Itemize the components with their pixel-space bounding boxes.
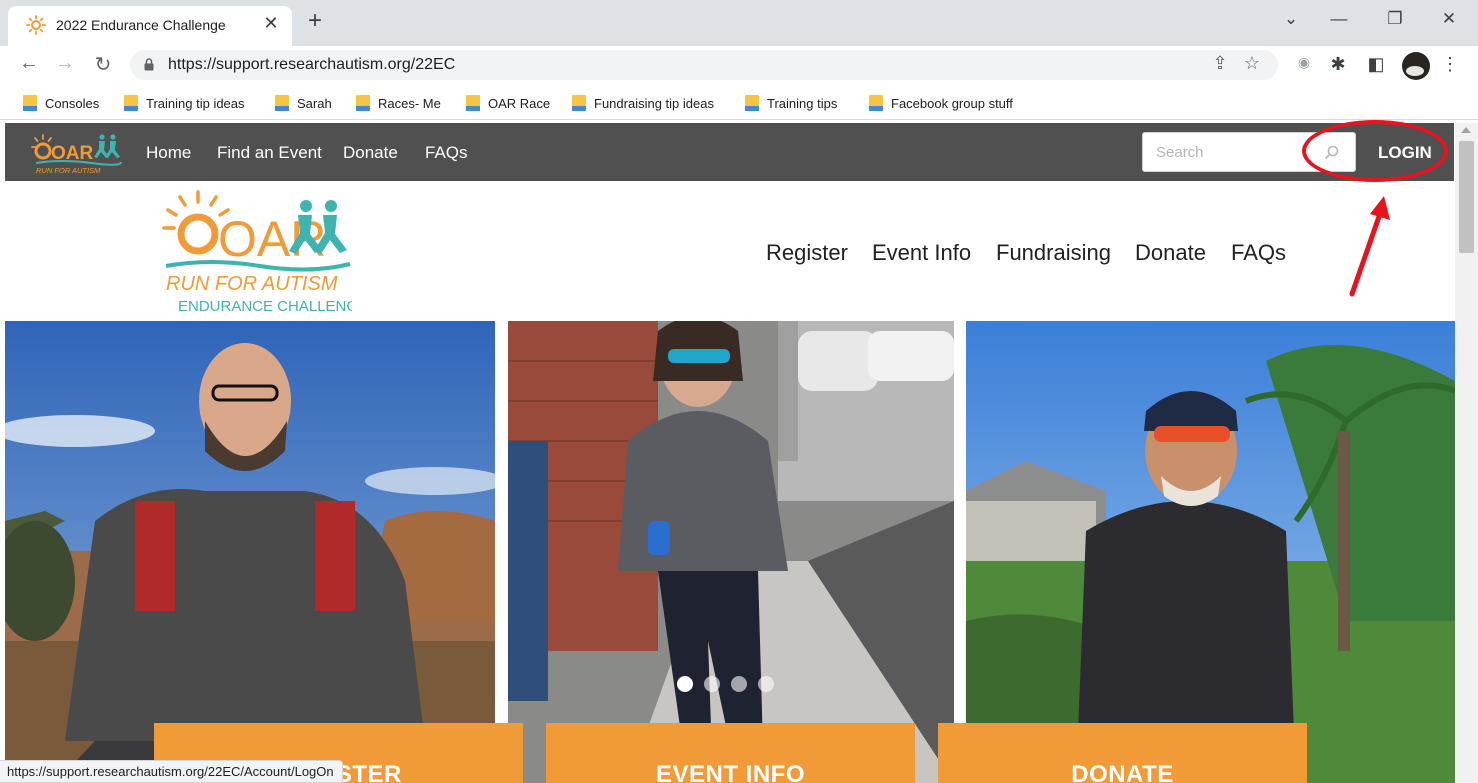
event-info-cta-button[interactable]: EVENT INFO <box>546 723 915 783</box>
bookmark-label: OAR Race <box>488 95 551 111</box>
donate-cta-button[interactable]: DONATE <box>938 723 1307 783</box>
back-icon[interactable]: ← <box>16 52 42 75</box>
browser-tab[interactable]: 2022 Endurance Challenge ✕ <box>8 6 292 46</box>
annotation-arrow-icon <box>1349 196 1390 297</box>
reload-icon[interactable]: ↻ <box>90 52 116 77</box>
bookmark-folder-icon <box>356 95 370 111</box>
cta-label: EVENT INFO <box>655 761 805 783</box>
main-logo-tagline: RUN FOR AUTISM <box>166 273 338 295</box>
browser-toolbar: ← → ↻ https://support.researchautism.org… <box>0 46 1478 86</box>
minimize-icon[interactable]: — <box>1325 9 1353 29</box>
carousel-dot-4[interactable] <box>758 676 774 692</box>
extensions-puzzle-icon[interactable]: ✱ <box>1326 54 1350 75</box>
bookmark-item[interactable]: Facebook group stuff <box>869 93 1013 113</box>
restore-icon[interactable]: ❐ <box>1381 9 1409 29</box>
bookmark-star-icon[interactable]: ☆ <box>1240 53 1264 74</box>
annotation-circle <box>1302 120 1448 182</box>
topnav-home[interactable]: Home <box>146 143 191 163</box>
carousel-photo-runner-2 <box>508 321 954 783</box>
bookmark-label: Training tip ideas <box>146 95 245 111</box>
tab-search-icon[interactable]: ⌄ <box>1277 9 1305 29</box>
bookmark-folder-icon <box>124 95 138 111</box>
profile-avatar[interactable] <box>1402 52 1430 80</box>
carousel-dot-1[interactable] <box>677 676 693 692</box>
bookmark-label: Sarah <box>297 95 332 111</box>
topnav-find-an-event[interactable]: Find an Event <box>217 143 322 163</box>
browser-window: 2022 Endurance Challenge ✕ + ⌄ — ❐ ✕ ← →… <box>0 0 1478 783</box>
carousel-photo-runner-1 <box>5 321 495 783</box>
mainnav-fundraising[interactable]: Fundraising <box>996 240 1111 266</box>
bookmark-label: Consoles <box>45 95 100 111</box>
menu-icon[interactable]: ⋮ <box>1440 54 1460 75</box>
address-bar[interactable]: https://support.researchautism.org/22EC … <box>130 50 1278 80</box>
share-icon[interactable]: ⇪ <box>1208 53 1232 74</box>
cta-label: DONATE <box>1071 761 1174 783</box>
bookmark-item[interactable]: Training tip ideas <box>124 93 245 113</box>
bookmark-label: Races- Me <box>378 95 441 111</box>
bookmark-item[interactable]: Training tips <box>745 93 837 113</box>
main-logo-subtitle: ENDURANCE CHALLENGE <box>178 298 352 315</box>
carousel-photo-runner-3 <box>966 321 1455 783</box>
bookmark-folder-icon <box>275 95 289 111</box>
bookmark-folder-icon <box>466 95 480 111</box>
oar-logo-small[interactable]: OAR RUN FOR AUTISM <box>31 129 123 175</box>
bookmark-folder-icon <box>23 95 37 111</box>
extension-shield-icon[interactable]: ◉ <box>1292 54 1316 71</box>
bookmark-item[interactable]: OAR Race <box>466 93 550 113</box>
scroll-thumb[interactable] <box>1459 141 1474 253</box>
mainnav-event-info[interactable]: Event Info <box>872 240 971 266</box>
mainnav-faqs[interactable]: FAQs <box>1231 240 1286 266</box>
bookmark-folder-icon <box>745 95 759 111</box>
lock-icon[interactable] <box>144 58 154 71</box>
new-tab-button[interactable]: + <box>302 9 328 33</box>
tab-title: 2022 Endurance Challenge <box>56 17 226 33</box>
bookmark-label: Training tips <box>767 95 838 111</box>
bookmark-item[interactable]: Fundraising tip ideas <box>572 93 714 113</box>
site-top-bar: OAR RUN FOR AUTISM Home Find an Event Do… <box>5 123 1454 181</box>
scroll-up-arrow-icon[interactable] <box>1461 127 1471 133</box>
bookmark-item[interactable]: Races- Me <box>356 93 441 113</box>
bookmark-label: Fundraising tip ideas <box>594 95 714 111</box>
oar-main-logo[interactable]: OAR RUN FOR AUTISM ENDURANCE CHALLENGE <box>160 188 352 316</box>
link-status-bubble: https://support.researchautism.org/22EC/… <box>0 760 343 783</box>
carousel-dot-3[interactable] <box>731 676 747 692</box>
topnav-faqs[interactable]: FAQs <box>425 143 468 163</box>
bookmark-item[interactable]: Consoles <box>23 93 99 113</box>
logo-tagline: RUN FOR AUTISM <box>36 166 101 175</box>
sun-favicon-icon <box>26 15 46 35</box>
forward-icon[interactable]: → <box>52 52 78 75</box>
bookmark-folder-icon <box>869 95 883 111</box>
page-scrollbar[interactable] <box>1455 123 1478 783</box>
url-text[interactable]: https://support.researchautism.org/22EC <box>168 56 455 74</box>
bookmark-item[interactable]: Sarah <box>275 93 332 113</box>
bookmarks-bar: Consoles Training tip ideas Sarah Races-… <box>0 86 1478 120</box>
mainnav-register[interactable]: Register <box>766 240 848 266</box>
close-tab-icon[interactable]: ✕ <box>260 13 282 34</box>
close-window-icon[interactable]: ✕ <box>1435 9 1463 29</box>
topnav-donate[interactable]: Donate <box>343 143 398 163</box>
bookmark-label: Facebook group stuff <box>891 95 1013 111</box>
bookmark-folder-icon <box>572 95 586 111</box>
side-panel-icon[interactable]: ◧ <box>1364 54 1388 75</box>
carousel-dot-2[interactable] <box>704 676 720 692</box>
mainnav-donate[interactable]: Donate <box>1135 240 1206 266</box>
tab-strip: 2022 Endurance Challenge ✕ + ⌄ — ❐ ✕ <box>0 0 1478 46</box>
